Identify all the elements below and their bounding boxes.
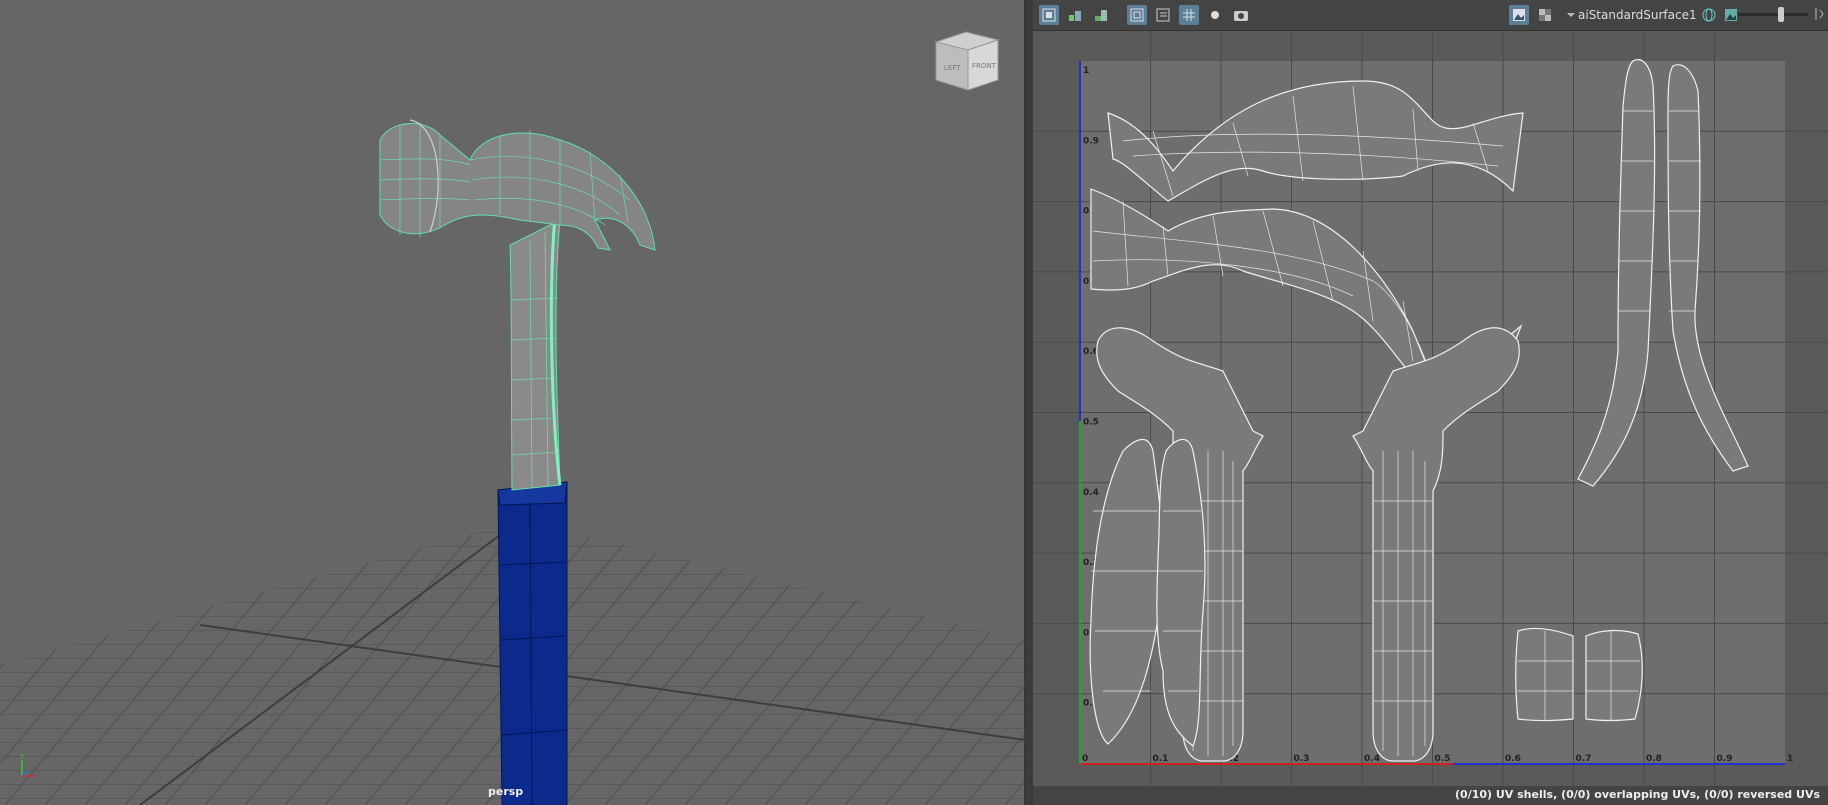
uv-grid-icon[interactable] — [1065, 5, 1085, 25]
scene-canvas[interactable] — [0, 0, 1025, 805]
u-tick-label: 0.8 — [1646, 754, 1662, 764]
uv-sun-icon[interactable] — [1205, 5, 1225, 25]
expand-icon[interactable] — [1814, 6, 1824, 26]
panel-divider[interactable] — [1025, 0, 1033, 805]
view-cube-front-face[interactable]: FRONT — [972, 62, 997, 70]
u-tick-label: 0.4 — [1364, 754, 1380, 764]
axis-y-label: Y — [19, 753, 25, 761]
hammer-handle[interactable] — [509, 214, 562, 491]
uv-pixel-snap-icon[interactable] — [1179, 5, 1199, 25]
material-name[interactable]: aiStandardSurface1 — [1578, 8, 1697, 22]
u-tick-label: 1 — [1787, 754, 1793, 764]
v-tick-label: 1 — [1083, 66, 1089, 76]
u-tick-label: 0.3 — [1294, 754, 1310, 764]
u-tick-label: 0.1 — [1153, 754, 1169, 764]
u-tick-label: 0.7 — [1576, 754, 1592, 764]
uv-status-text: (0/10) UV shells, (0/0) overlapping UVs,… — [1455, 788, 1820, 801]
uv-toolbar: aiStandardSurface1 — [1033, 0, 1828, 31]
u-tick-label: 0.9 — [1717, 754, 1733, 764]
uv-shell[interactable] — [1585, 629, 1643, 722]
uv-frame-icon[interactable] — [1127, 5, 1147, 25]
u-tick-label: 0 — [1082, 754, 1088, 764]
checker-icon[interactable] — [1535, 5, 1555, 25]
globe-icon[interactable] — [1699, 5, 1719, 25]
camera-label: persp — [488, 785, 524, 798]
uv-tool-icon[interactable] — [1039, 5, 1059, 25]
u-tick-label: 0.6 — [1505, 754, 1521, 764]
exposure-slider[interactable] — [1738, 7, 1808, 22]
uv-snapshot-icon[interactable] — [1231, 5, 1251, 25]
hammer-head[interactable] — [379, 119, 656, 251]
texture-display-icon[interactable] — [1509, 5, 1529, 25]
uv-shell[interactable] — [1515, 627, 1574, 722]
uv-list-icon[interactable] — [1153, 5, 1173, 25]
axis-gizmo: Y — [16, 752, 40, 786]
uv-canvas[interactable]: 00.10.20.30.40.50.60.70.80.91 10.90.80.7… — [1033, 31, 1828, 786]
perspective-viewport[interactable]: LEFT FRONT Y persp — [0, 0, 1025, 805]
uv-shaded-icon[interactable] — [1091, 5, 1111, 25]
view-cube[interactable]: LEFT FRONT — [932, 30, 1002, 92]
v-tick-label: 0.4 — [1083, 488, 1099, 498]
v-tick-label: 0.9 — [1083, 136, 1099, 146]
view-cube-left-face[interactable]: LEFT — [944, 64, 961, 72]
u-tick-label: 0.5 — [1435, 754, 1451, 764]
hammer-grip[interactable] — [497, 481, 568, 805]
uv-editor-panel: aiStandardSurface1 00.10.20.30.40.50.60.… — [1033, 0, 1828, 805]
v-tick-label: 0.5 — [1083, 418, 1099, 428]
